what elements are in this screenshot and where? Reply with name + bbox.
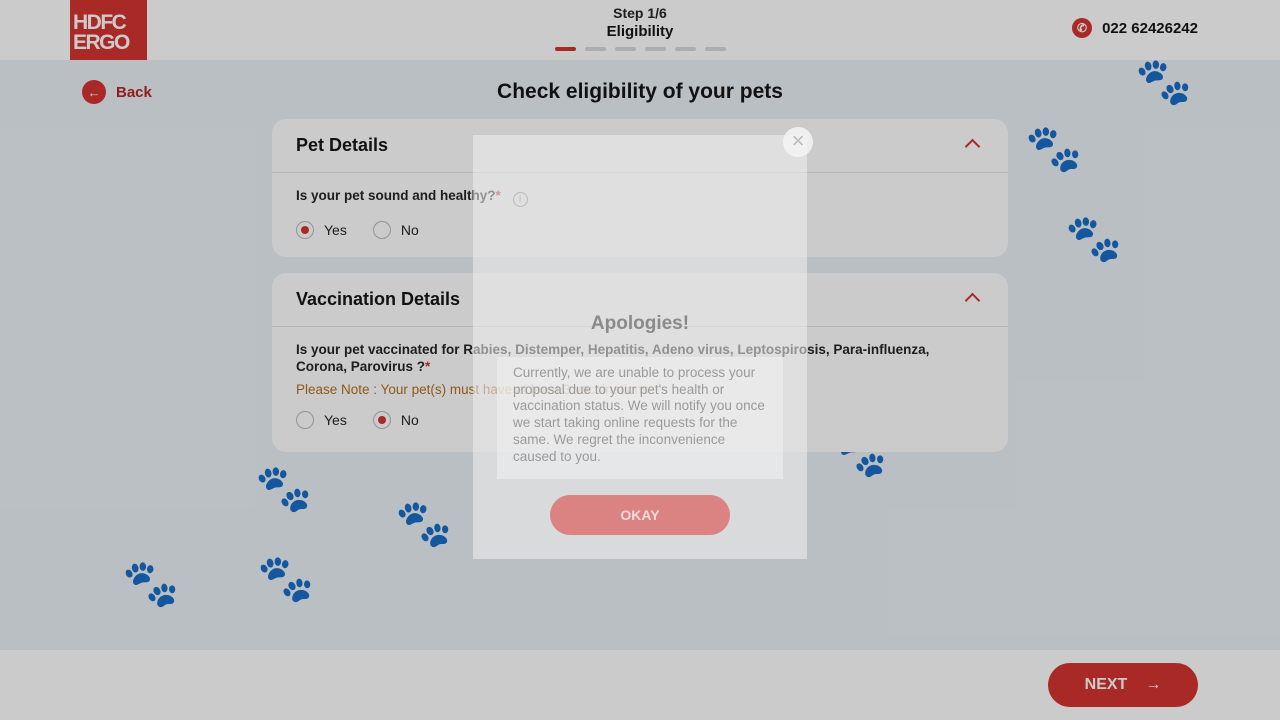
- okay-button[interactable]: OKAY: [550, 495, 730, 535]
- apologies-modal: × Apologies! Currently, we are unable to…: [473, 127, 813, 559]
- close-icon[interactable]: ×: [783, 127, 813, 157]
- modal-title: Apologies!: [590, 313, 690, 334]
- modal-message: Currently, we are unable to process your…: [497, 357, 783, 479]
- modal-overlay: × Apologies! Currently, we are unable to…: [0, 0, 1280, 720]
